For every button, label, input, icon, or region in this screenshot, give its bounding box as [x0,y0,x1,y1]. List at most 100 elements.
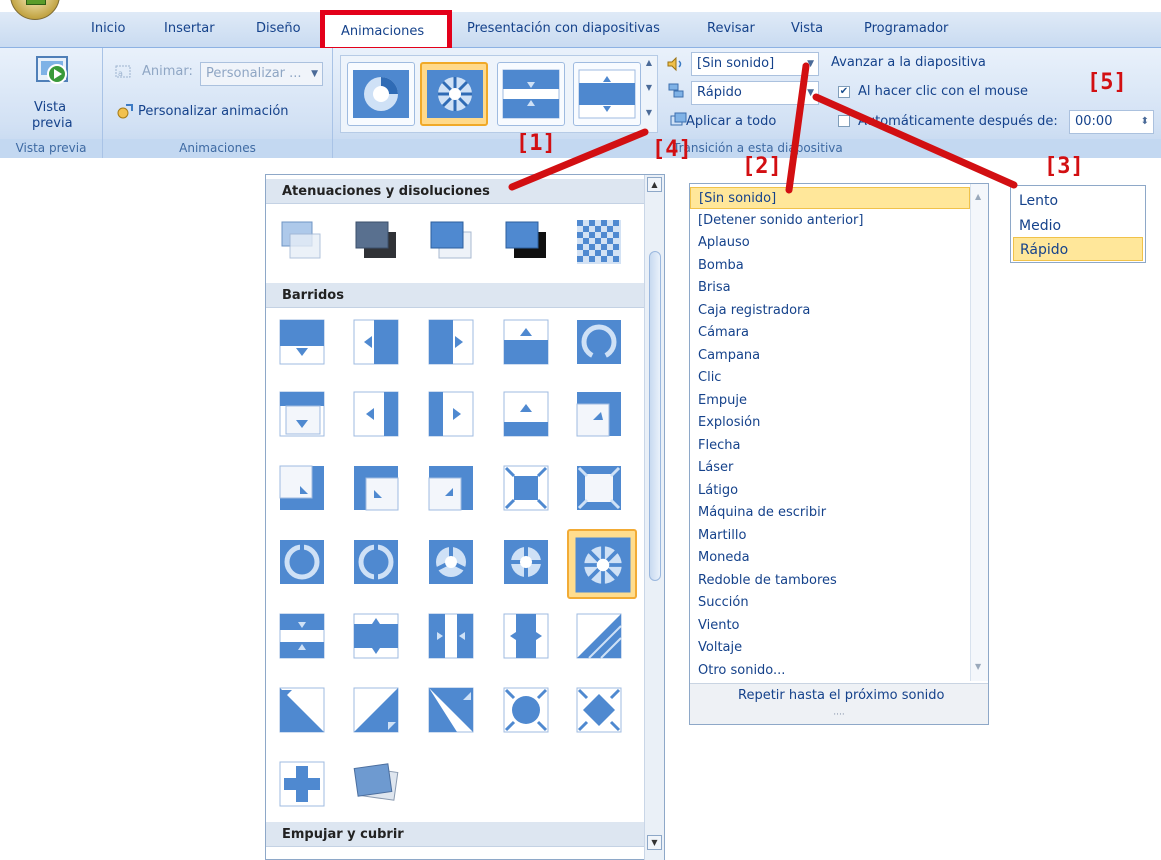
list-item[interactable]: Láser [690,457,970,479]
transition-thumb[interactable] [423,461,479,515]
transition-thumb-selected[interactable] [567,529,637,599]
strip-thumb-4[interactable] [573,62,641,126]
list-item[interactable]: Aplauso [690,232,970,254]
transition-thumb[interactable] [274,215,330,269]
transition-thumb[interactable] [498,461,554,515]
list-item[interactable]: Látigo [690,480,970,502]
sound-list-scrollbar[interactable]: ▲ ▼ [970,184,988,681]
scroll-down-icon[interactable]: ▼ [647,835,662,850]
transition-thumb[interactable] [274,535,330,589]
transition-thumb[interactable] [274,683,330,737]
animate-combo[interactable]: Personalizar ... ▼ [200,62,323,86]
list-item[interactable]: Viento [690,615,970,637]
transition-thumb[interactable] [571,609,627,663]
list-item[interactable]: Empuje [690,390,970,412]
auto-time-field[interactable]: 00:00 ⬍ [1069,110,1154,134]
transition-thumb[interactable] [348,215,404,269]
auto-checkbox[interactable] [838,115,850,127]
preview-icon [36,56,68,84]
list-item[interactable]: Otro sonido... [690,660,970,682]
list-item[interactable]: Rápido [1013,237,1143,261]
transition-thumb[interactable] [348,315,404,369]
transition-thumb[interactable] [274,461,330,515]
tab-insertar[interactable]: Insertar [164,21,215,39]
transition-thumb[interactable] [571,683,627,737]
transition-thumb[interactable] [348,461,404,515]
list-item[interactable]: Campana [690,345,970,367]
list-item[interactable]: Martillo [690,525,970,547]
office-logo-icon [26,0,46,5]
transition-thumb[interactable] [423,535,479,589]
list-item[interactable]: Lento [1013,189,1143,213]
list-item[interactable]: Explosión [690,412,970,434]
list-item[interactable]: Máquina de escribir [690,502,970,524]
cover-down-icon [279,391,325,437]
transition-thumb[interactable] [498,387,554,441]
apply-all-button[interactable]: Aplicar a todo [686,114,776,129]
list-item[interactable]: Flecha [690,435,970,457]
transition-thumb[interactable] [498,315,554,369]
list-item[interactable]: Voltaje [690,637,970,659]
sound-combo[interactable]: [Sin sonido] ▼ [691,52,819,76]
tab-revisar[interactable]: Revisar [707,21,755,39]
transition-thumb[interactable] [348,609,404,663]
transition-thumb[interactable] [423,315,479,369]
strip-scroll-up-icon[interactable]: ▲ [641,58,657,82]
list-item[interactable]: Bomba [690,255,970,277]
preview-button[interactable]: Vista previa [20,50,84,136]
transition-thumb[interactable] [498,683,554,737]
speed-combo[interactable]: Rápido ▼ [691,81,819,105]
transition-thumb[interactable] [423,609,479,663]
scroll-up-icon[interactable]: ▲ [975,192,981,201]
tab-diseno[interactable]: Diseño [256,21,301,39]
transition-thumb[interactable] [571,315,627,369]
list-item[interactable]: Cámara [690,322,970,344]
tab-vista[interactable]: Vista [791,21,823,39]
strip-thumb-2[interactable] [420,62,488,126]
list-item[interactable]: Brisa [690,277,970,299]
gallery-scrollbar[interactable]: ▲ ▼ [644,175,664,860]
on-click-checkbox[interactable]: ✔ [838,86,850,98]
list-item[interactable]: Medio [1013,214,1143,238]
transition-thumb[interactable] [274,387,330,441]
list-item[interactable]: Succión [690,592,970,614]
resize-grip-icon[interactable]: ···· [690,709,988,724]
list-item[interactable]: Caja registradora [690,300,970,322]
auto-label: Automáticamente después de: [858,114,1058,129]
scrollbar-thumb[interactable] [649,251,661,581]
transition-thumb[interactable] [571,387,627,441]
strip-scroll-down-icon[interactable]: ▼ [641,83,657,107]
transition-thumb[interactable] [348,387,404,441]
strip-thumb-3[interactable] [497,62,565,126]
custom-animation-button[interactable]: Personalizar animación [138,104,289,119]
transition-thumb[interactable] [423,215,479,269]
transition-thumb[interactable] [274,609,330,663]
transition-thumb[interactable] [571,215,627,269]
tab-presentacion[interactable]: Presentación con diapositivas [467,21,660,39]
transition-thumb[interactable] [423,387,479,441]
list-item[interactable]: Moneda [690,547,970,569]
transition-thumb[interactable] [274,757,330,811]
transition-thumb[interactable] [348,535,404,589]
tab-animaciones[interactable]: Animaciones [320,10,452,52]
strip-more-icon[interactable]: ▼ [641,108,657,132]
list-item[interactable]: [Sin sonido] [690,187,970,209]
transition-thumb[interactable] [348,757,404,811]
list-item[interactable]: Redoble de tambores [690,570,970,592]
list-item[interactable]: Clic [690,367,970,389]
tab-inicio[interactable]: Inicio [91,21,125,39]
transition-thumb[interactable] [498,215,554,269]
tab-programador[interactable]: Programador [864,21,948,39]
box-out-icon [577,466,621,510]
scroll-up-icon[interactable]: ▲ [647,177,662,192]
transition-thumb[interactable] [274,315,330,369]
transition-thumb[interactable] [348,683,404,737]
list-item[interactable]: [Detener sonido anterior] [690,210,970,232]
transition-thumb[interactable] [498,535,554,589]
transition-thumb[interactable] [571,461,627,515]
transition-thumb[interactable] [498,609,554,663]
loop-option[interactable]: Repetir hasta el próximo sonido [690,683,988,709]
strip-thumb-1[interactable] [347,62,415,126]
scroll-down-icon[interactable]: ▼ [975,662,981,671]
transition-thumb[interactable] [423,683,479,737]
